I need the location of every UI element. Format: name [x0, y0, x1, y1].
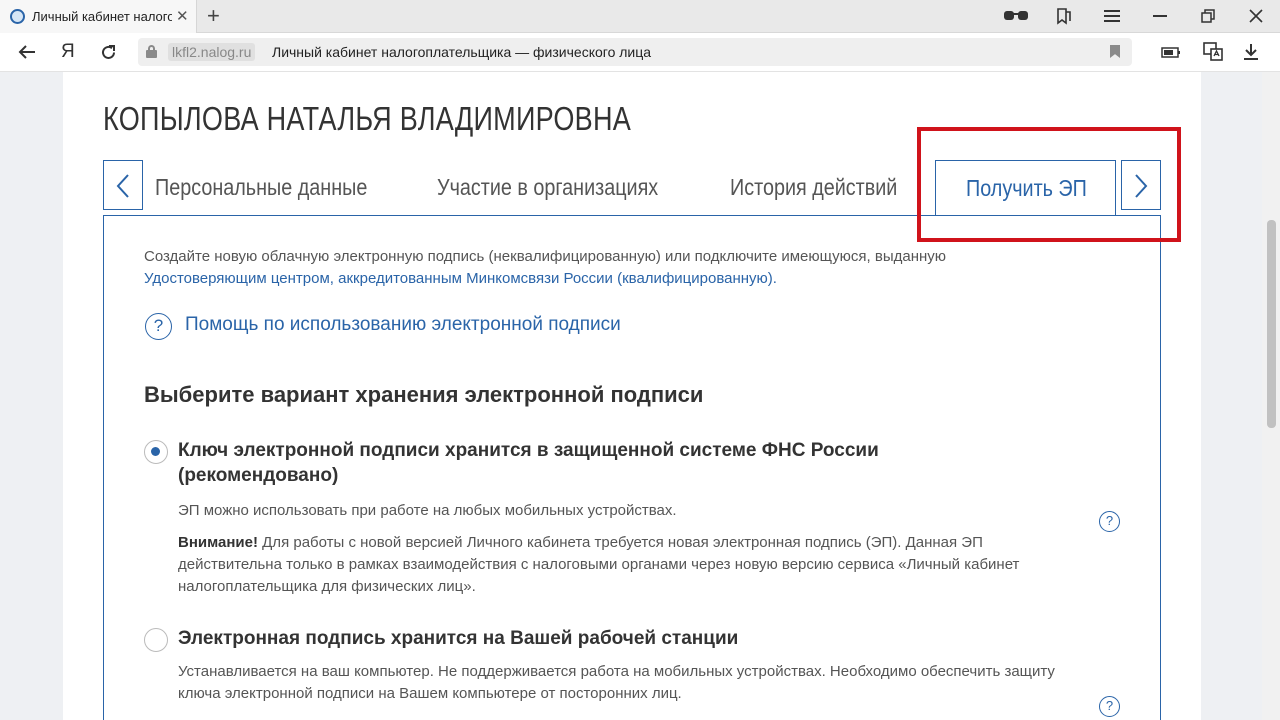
option-warning: Внимание! Для работы с новой версией Лич… — [178, 532, 1088, 598]
highlight-annotation-box — [917, 127, 1181, 242]
reading-glasses-icon[interactable] — [1003, 9, 1029, 23]
tabs-prev-button[interactable] — [103, 160, 143, 210]
tab-action-history[interactable]: История действий — [730, 174, 897, 201]
tab-personal-data[interactable]: Персональные данные — [155, 174, 367, 201]
lock-icon — [146, 45, 157, 58]
browser-tab-bar: Личный кабинет налогоплательщика ✕ + — [0, 0, 1280, 33]
url-domain: lkfl2.nalog.ru — [168, 43, 256, 61]
option-description: Устанавливается на ваш компьютер. Не под… — [178, 663, 1055, 702]
close-window-icon[interactable] — [1249, 9, 1263, 23]
scrollbar[interactable] — [1262, 72, 1280, 720]
radio-local-storage[interactable] — [144, 628, 168, 652]
browser-tab[interactable]: Личный кабинет налогоплательщика ✕ — [0, 0, 197, 33]
option-help-icon[interactable]: ? — [1099, 696, 1120, 717]
radio-fns-storage[interactable] — [144, 440, 168, 464]
section-title: Выберите вариант хранения электронной по… — [144, 382, 704, 407]
option-description: ЭП можно использовать при работе на любы… — [178, 502, 677, 519]
minimize-icon[interactable] — [1153, 15, 1167, 18]
tab-title: Личный кабинет налогоплательщика — [32, 9, 172, 24]
main-content: КОПЫЛОВА НАТАЛЬЯ ВЛАДИМИРОВНА Персональн… — [63, 72, 1201, 720]
bookmark-icon[interactable] — [1110, 45, 1120, 58]
warning-text: Для работы с новой версией Личного кабин… — [178, 534, 1020, 595]
help-link[interactable]: Помощь по использованию электронной подп… — [185, 314, 621, 336]
url-field[interactable]: lkfl2.nalog.ru Личный кабинет налогоплат… — [138, 38, 1132, 66]
address-bar: Я lkfl2.nalog.ru Личный кабинет налогопл… — [0, 33, 1280, 72]
battery-icon[interactable] — [1161, 47, 1181, 58]
translate-icon[interactable] — [1202, 41, 1224, 63]
accredited-center-link[interactable]: Удостоверяющим центром, аккредитованным … — [144, 270, 777, 287]
page-title: КОПЫЛОВА НАТАЛЬЯ ВЛАДИМИРОВНА — [103, 100, 632, 137]
back-arrow-icon[interactable] — [18, 44, 36, 60]
page-viewport: КОПЫЛОВА НАТАЛЬЯ ВЛАДИМИРОВНА Персональн… — [0, 72, 1280, 720]
warning-label: Внимание! — [178, 534, 258, 551]
option-help-icon[interactable]: ? — [1099, 511, 1120, 532]
bookmarks-icon[interactable] — [1055, 7, 1073, 25]
new-tab-button[interactable]: + — [207, 3, 220, 29]
signature-panel: Создайте новую облачную электронную подп… — [103, 215, 1161, 720]
scrollbar-thumb[interactable] — [1267, 220, 1276, 428]
menu-icon[interactable] — [1104, 9, 1120, 23]
site-favicon-icon — [10, 9, 25, 24]
help-question-icon: ? — [145, 313, 172, 340]
reload-icon[interactable] — [100, 44, 117, 61]
option-title: Ключ электронной подписи хранится в защи… — [178, 440, 879, 486]
download-icon[interactable] — [1243, 43, 1259, 61]
option-title: Электронная подпись хранится на Вашей ра… — [178, 628, 739, 649]
yandex-logo-icon[interactable]: Я — [61, 41, 75, 63]
intro-text: Создайте новую облачную электронную подп… — [144, 246, 1024, 290]
intro-text-line: Создайте новую облачную электронную подп… — [144, 248, 947, 265]
chevron-left-icon — [116, 174, 129, 198]
url-page-title: Личный кабинет налогоплательщика — физич… — [272, 44, 652, 60]
tab-organizations[interactable]: Участие в организациях — [437, 174, 658, 201]
restore-window-icon[interactable] — [1201, 9, 1215, 23]
close-tab-icon[interactable]: ✕ — [176, 7, 189, 25]
